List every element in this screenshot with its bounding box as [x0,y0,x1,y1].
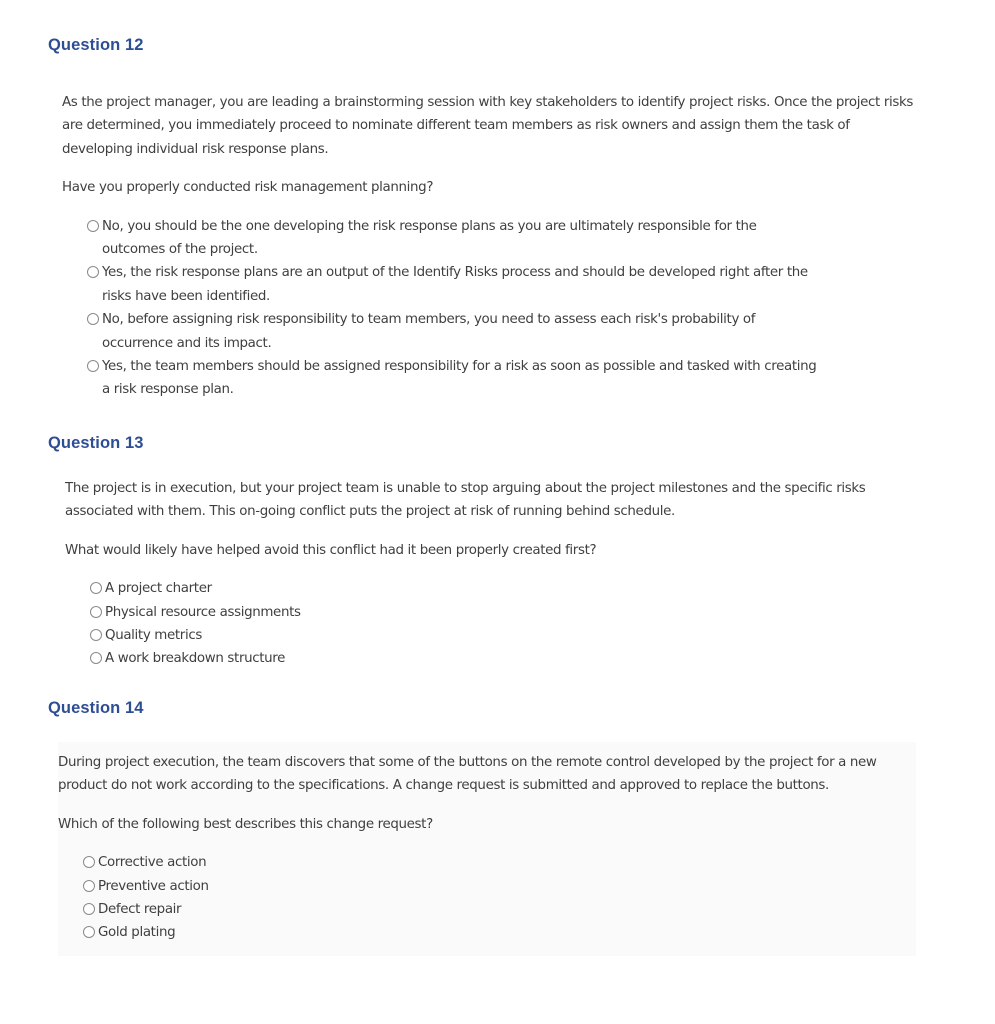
option-label: A work breakdown structure [105,651,286,667]
question-12-option-2[interactable]: Yes, the risk response plans are an outp… [87,261,817,308]
option-label: No, before assigning risk responsibility… [102,312,756,351]
question-13-option-4[interactable]: A work breakdown structure [90,647,925,670]
question-14-body: During project execution, the team disco… [58,751,928,945]
radio-button-icon[interactable] [87,360,99,373]
radio-button-icon[interactable] [87,219,99,232]
radio-button-icon[interactable] [87,313,99,326]
question-13-heading: Question 13 [48,434,144,452]
question-14-options: Corrective action Preventive action Defe… [83,851,928,945]
question-14-prompt: Which of the following best describes th… [58,816,433,832]
question-13-prompt: What would likely have helped avoid this… [65,542,597,558]
option-label: Corrective action [98,855,207,871]
question-13-scenario: The project is in execution, but your pr… [65,481,866,520]
option-label: A project charter [105,581,212,597]
question-13-option-3[interactable]: Quality metrics [90,624,925,647]
option-label: Yes, the team members should be assigned… [102,359,817,398]
question-12-option-4[interactable]: Yes, the team members should be assigned… [87,355,817,402]
question-12-options: No, you should be the one developing the… [87,215,817,402]
question-13-option-2[interactable]: Physical resource assignments [90,601,925,624]
radio-button-icon[interactable] [90,582,102,595]
radio-button-icon[interactable] [87,266,99,279]
option-label: Quality metrics [105,628,202,644]
option-label: Physical resource assignments [105,604,301,620]
question-13-options: A project charter Physical resource assi… [90,577,925,671]
radio-button-icon[interactable] [83,879,95,892]
question-14-heading: Question 14 [48,699,144,717]
question-12-prompt: Have you properly conducted risk managem… [62,180,434,196]
radio-button-icon[interactable] [90,652,102,665]
question-14-scenario: During project execution, the team disco… [58,755,877,794]
question-14-option-4[interactable]: Gold plating [83,921,928,944]
question-12-body: As the project manager, you are leading … [62,91,922,402]
question-12-heading: Question 12 [48,36,144,54]
radio-button-icon[interactable] [90,629,102,642]
question-14-option-2[interactable]: Preventive action [83,875,928,898]
question-12-option-3[interactable]: No, before assigning risk responsibility… [87,308,817,355]
question-14-option-3[interactable]: Defect repair [83,898,928,921]
option-label: Yes, the risk response plans are an outp… [102,265,808,304]
option-label: Preventive action [98,878,209,894]
question-13-body: The project is in execution, but your pr… [65,477,925,671]
question-12-scenario: As the project manager, you are leading … [62,95,914,157]
option-label: No, you should be the one developing the… [102,218,757,258]
question-13-option-1[interactable]: A project charter [90,577,925,600]
radio-button-icon[interactable] [83,903,95,916]
option-label: Gold plating [98,925,176,941]
radio-button-icon[interactable] [83,856,95,869]
radio-button-icon[interactable] [83,926,95,939]
radio-button-icon[interactable] [90,605,102,618]
question-14-option-1[interactable]: Corrective action [83,851,928,874]
option-label: Defect repair [98,902,182,918]
question-12-option-1[interactable]: No, you should be the one developing the… [87,215,817,262]
